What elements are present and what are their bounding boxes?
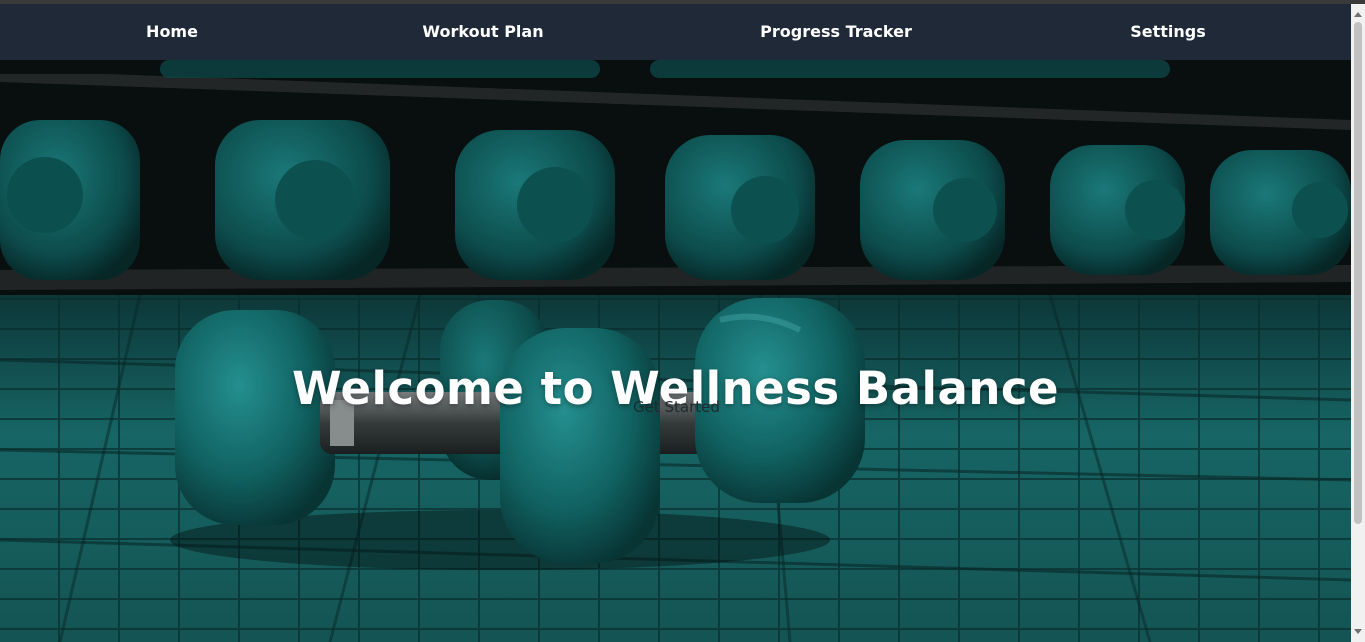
hero-section: Welcome to Wellness Balance Get Started — [0, 60, 1351, 642]
scroll-up-arrow-icon[interactable] — [1354, 12, 1362, 17]
vertical-scrollbar[interactable] — [1351, 4, 1365, 642]
nav-workout-plan-link[interactable]: Workout Plan — [422, 4, 543, 60]
nav-progress-tracker-link[interactable]: Progress Tracker — [760, 4, 912, 60]
nav-home-link[interactable]: Home — [146, 4, 198, 60]
page: Home Workout Plan Progress Tracker Setti… — [0, 0, 1365, 642]
scroll-thumb[interactable] — [1354, 22, 1362, 524]
hero-background-image — [0, 60, 1351, 642]
get-started-button[interactable]: Get Started — [633, 398, 720, 416]
nav-settings-link[interactable]: Settings — [1130, 4, 1206, 60]
top-navbar: Home Workout Plan Progress Tracker Setti… — [0, 4, 1351, 60]
scroll-down-arrow-icon[interactable] — [1354, 629, 1362, 634]
